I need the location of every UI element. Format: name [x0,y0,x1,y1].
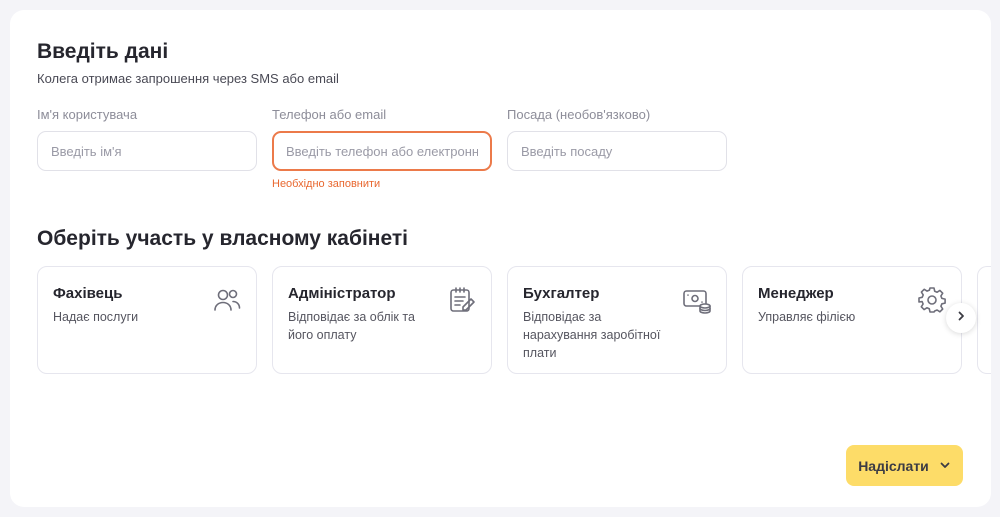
name-field-label: Ім'я користувача [37,107,138,122]
clipboard-edit-icon [447,285,477,315]
chevron-down-icon [939,458,951,474]
role-card-manager[interactable]: Менеджер Управляє філією [742,266,962,374]
role-name: Адміністратор [288,285,396,302]
roles-next-button[interactable] [946,303,976,333]
users-icon [212,285,242,315]
gear-icon [917,285,947,315]
role-description: Відповідає за облік та його оплату [288,310,415,342]
name-input[interactable] [37,131,257,171]
role-description: Відповідає за нарахування заробітної пла… [523,310,661,360]
phone-or-email-input[interactable] [272,131,492,171]
chevron-right-icon [955,309,967,327]
money-coins-icon [682,285,712,315]
role-card-accountant[interactable]: Бухгалтер Відповідає за нарахування заро… [507,266,727,374]
roles-section-title: Оберіть участь у власному кабінеті [37,227,408,250]
position-field-label: Посада (необов'язково) [507,107,651,122]
submit-button-label: Надіслати [858,457,929,474]
role-card-administrator[interactable]: Адміністратор Відповідає за облік та йог… [272,266,492,374]
role-description: Надає послуги [53,310,139,324]
role-description: Управляє філією [758,310,856,324]
role-card-next-partial[interactable] [977,266,991,374]
form-subtitle: Колега отримає запрошення через SMS або … [37,71,339,86]
contact-field-error: Необхідно заповнити [272,178,381,190]
role-card-specialist[interactable]: Фахівець Надає послуги [37,266,257,374]
invite-form-card: Введіть дані Колега отримає запрошення ч… [10,10,991,507]
position-input[interactable] [507,131,727,171]
role-name: Менеджер [758,285,834,302]
submit-button[interactable]: Надіслати [846,445,963,486]
contact-field-label: Телефон або email [272,107,387,122]
role-name: Фахівець [53,285,123,302]
role-name: Бухгалтер [523,285,600,302]
form-title: Введіть дані [37,40,169,63]
